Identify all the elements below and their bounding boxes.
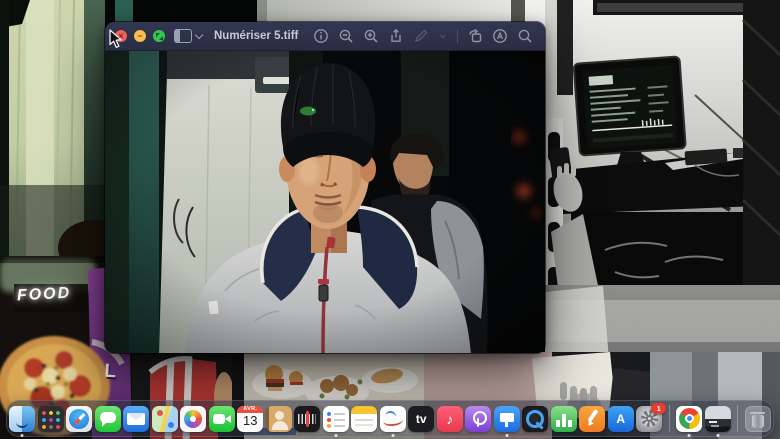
dock-item-calendar[interactable]: AVR.13 <box>237 406 263 432</box>
search-icon[interactable] <box>517 28 533 44</box>
voice-memos-icon <box>294 406 320 432</box>
music-icon: ♪ <box>437 406 463 432</box>
dock-item-pages[interactable] <box>579 406 605 432</box>
banner-letter: L <box>104 362 117 382</box>
scanned-photo <box>105 51 545 353</box>
preview-window: × − Numériser 5.tiff <box>105 22 545 353</box>
food-neon-sign: FOOD <box>17 285 72 306</box>
running-indicator <box>334 434 337 437</box>
dock-item-music[interactable]: ♪ <box>437 406 463 432</box>
facetime-icon <box>209 406 235 432</box>
calendar-icon: AVR.13 <box>237 406 263 432</box>
chrome-icon <box>676 406 702 432</box>
dock-item-maps[interactable] <box>152 406 178 432</box>
zoom-in-icon[interactable] <box>363 28 379 44</box>
podcasts-icon <box>465 406 491 432</box>
dock-item-safari[interactable] <box>66 406 92 432</box>
calendar-day: 13 <box>237 413 263 428</box>
markup-pencil-icon[interactable] <box>413 28 429 44</box>
wallpaper-left-green-wall <box>0 0 105 260</box>
contacts-icon <box>266 406 292 432</box>
dock-item-keynote[interactable] <box>494 406 520 432</box>
calendar-month: AVR. <box>237 406 263 413</box>
apple-tv-icon: tv <box>408 406 434 432</box>
dock-item-podcasts[interactable] <box>465 406 491 432</box>
safari-icon <box>66 406 92 432</box>
share-icon[interactable] <box>388 28 404 44</box>
chevron-down-icon <box>195 30 203 38</box>
trash-icon <box>745 406 771 432</box>
running-indicator <box>391 434 394 437</box>
dock-item-voice-memos[interactable] <box>294 406 320 432</box>
dock-item-app-store[interactable]: A <box>608 406 634 432</box>
numbers-icon <box>551 406 577 432</box>
dock-item-messages[interactable] <box>95 406 121 432</box>
dock-item-reminders[interactable] <box>323 406 349 432</box>
sidebar-toggle-button[interactable] <box>174 29 202 43</box>
app-store-icon: A <box>608 406 634 432</box>
annotate-icon[interactable] <box>492 28 508 44</box>
dock-item-settings[interactable]: 1 <box>636 406 662 432</box>
fullscreen-button[interactable] <box>153 30 165 42</box>
dock-item-launchpad[interactable] <box>38 406 64 432</box>
window-titlebar[interactable]: × − Numériser 5.tiff <box>105 22 545 51</box>
dock-item-photos[interactable] <box>180 406 206 432</box>
maps-icon <box>152 406 178 432</box>
dock: AVR.13tv♪A1 <box>6 400 774 437</box>
dock-item-contacts[interactable] <box>266 406 292 432</box>
markup-chevron-icon[interactable] <box>438 28 448 44</box>
apple-tv-glyph: tv <box>408 406 434 432</box>
dock-item-facetime[interactable] <box>209 406 235 432</box>
launchpad-icon <box>38 406 64 432</box>
dock-separator <box>737 405 738 432</box>
keynote-icon <box>494 406 520 432</box>
dock-item-finder[interactable] <box>9 406 35 432</box>
running-indicator <box>716 434 719 437</box>
dock-item-quicktime[interactable] <box>522 406 548 432</box>
notification-badge: 1 <box>651 403 666 414</box>
dock-item-chrome[interactable] <box>676 406 702 432</box>
photos-icon <box>180 406 206 432</box>
freeform-icon <box>380 406 406 432</box>
minimize-button[interactable]: − <box>134 30 146 42</box>
dock-item-freeform[interactable] <box>380 406 406 432</box>
notes-icon <box>351 406 377 432</box>
running-indicator <box>688 434 691 437</box>
window-toolbar <box>313 28 545 44</box>
zoom-out-icon[interactable] <box>338 28 354 44</box>
rotate-left-icon[interactable] <box>467 28 483 44</box>
sidebar-icon <box>174 29 192 43</box>
finder-icon <box>9 406 35 432</box>
window-title: Numériser 5.tiff <box>214 30 298 42</box>
pages-icon <box>579 406 605 432</box>
info-icon[interactable] <box>313 28 329 44</box>
mouse-cursor <box>109 29 123 49</box>
quicktime-icon <box>522 406 548 432</box>
dock-item-numbers[interactable] <box>551 406 577 432</box>
dock-item-notes[interactable] <box>351 406 377 432</box>
dock-item-apple-tv[interactable]: tv <box>408 406 434 432</box>
app-store-glyph: A <box>608 406 634 432</box>
running-indicator <box>505 434 508 437</box>
dock-item-mail[interactable] <box>123 406 149 432</box>
dock-item-preview-thumbnail[interactable] <box>705 406 731 432</box>
dock-item-trash[interactable] <box>745 406 771 432</box>
reminders-icon <box>323 406 349 432</box>
dock-separator <box>669 405 670 432</box>
messages-icon <box>95 406 121 432</box>
preview-thumbnail-icon <box>705 406 731 432</box>
toolbar-divider <box>457 29 458 43</box>
music-glyph: ♪ <box>437 406 463 432</box>
mail-icon <box>123 406 149 432</box>
running-indicator <box>21 434 24 437</box>
